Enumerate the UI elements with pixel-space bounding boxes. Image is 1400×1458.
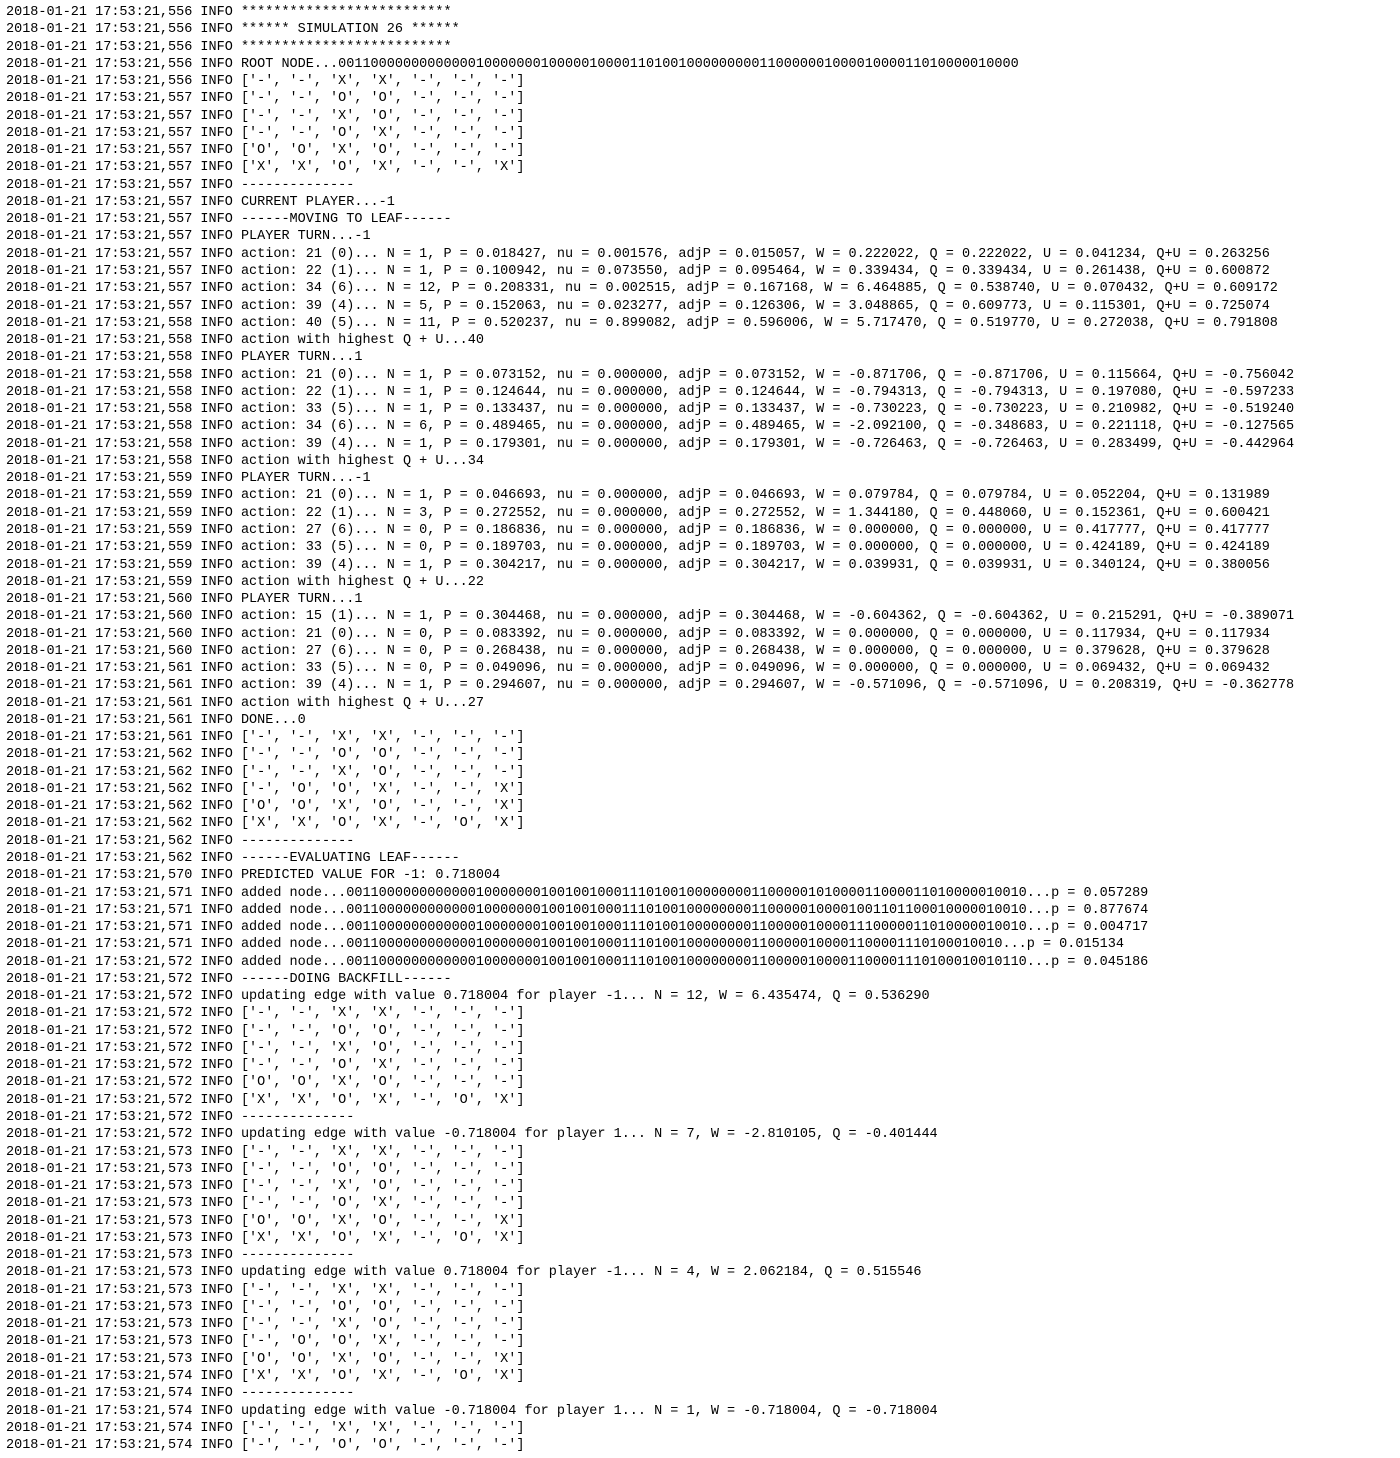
log-line: 2018-01-21 17:53:21,573 INFO ['-', '-', … — [6, 1195, 1394, 1212]
log-line: 2018-01-21 17:53:21,560 INFO PLAYER TURN… — [6, 591, 1394, 608]
log-line: 2018-01-21 17:53:21,573 INFO ['-', '-', … — [6, 1178, 1394, 1195]
log-line: 2018-01-21 17:53:21,556 INFO ***********… — [6, 4, 1394, 21]
log-line: 2018-01-21 17:53:21,556 INFO ROOT NODE..… — [6, 56, 1394, 73]
log-line: 2018-01-21 17:53:21,561 INFO action: 39 … — [6, 677, 1394, 694]
log-line: 2018-01-21 17:53:21,560 INFO action: 21 … — [6, 626, 1394, 643]
log-line: 2018-01-21 17:53:21,573 INFO ['X', 'X', … — [6, 1230, 1394, 1247]
log-line: 2018-01-21 17:53:21,559 INFO action: 27 … — [6, 522, 1394, 539]
log-line: 2018-01-21 17:53:21,557 INFO ['-', '-', … — [6, 108, 1394, 125]
log-line: 2018-01-21 17:53:21,558 INFO action: 33 … — [6, 401, 1394, 418]
log-line: 2018-01-21 17:53:21,558 INFO action: 34 … — [6, 418, 1394, 435]
log-line: 2018-01-21 17:53:21,560 INFO action: 27 … — [6, 643, 1394, 660]
log-line: 2018-01-21 17:53:21,558 INFO action: 39 … — [6, 436, 1394, 453]
log-line: 2018-01-21 17:53:21,573 INFO ['-', '-', … — [6, 1316, 1394, 1333]
log-line: 2018-01-21 17:53:21,560 INFO action: 15 … — [6, 608, 1394, 625]
log-line: 2018-01-21 17:53:21,557 INFO ------MOVIN… — [6, 211, 1394, 228]
log-line: 2018-01-21 17:53:21,573 INFO -----------… — [6, 1247, 1394, 1264]
log-line: 2018-01-21 17:53:21,559 INFO action: 33 … — [6, 539, 1394, 556]
log-line: 2018-01-21 17:53:21,562 INFO ['X', 'X', … — [6, 815, 1394, 832]
log-line: 2018-01-21 17:53:21,573 INFO ['-', '-', … — [6, 1299, 1394, 1316]
log-line: 2018-01-21 17:53:21,562 INFO ['O', 'O', … — [6, 798, 1394, 815]
log-line: 2018-01-21 17:53:21,559 INFO action with… — [6, 574, 1394, 591]
log-line: 2018-01-21 17:53:21,556 INFO ***********… — [6, 39, 1394, 56]
log-line: 2018-01-21 17:53:21,557 INFO action: 21 … — [6, 246, 1394, 263]
log-line: 2018-01-21 17:53:21,558 INFO action with… — [6, 332, 1394, 349]
log-line: 2018-01-21 17:53:21,557 INFO action: 39 … — [6, 298, 1394, 315]
log-line: 2018-01-21 17:53:21,559 INFO action: 21 … — [6, 487, 1394, 504]
log-line: 2018-01-21 17:53:21,557 INFO CURRENT PLA… — [6, 194, 1394, 211]
log-line: 2018-01-21 17:53:21,561 INFO ['-', '-', … — [6, 729, 1394, 746]
log-line: 2018-01-21 17:53:21,573 INFO ['O', 'O', … — [6, 1213, 1394, 1230]
log-line: 2018-01-21 17:53:21,562 INFO ['-', 'O', … — [6, 781, 1394, 798]
log-line: 2018-01-21 17:53:21,571 INFO added node.… — [6, 936, 1394, 953]
log-line: 2018-01-21 17:53:21,573 INFO ['O', 'O', … — [6, 1351, 1394, 1368]
log-line: 2018-01-21 17:53:21,558 INFO action: 22 … — [6, 384, 1394, 401]
log-line: 2018-01-21 17:53:21,574 INFO updating ed… — [6, 1403, 1394, 1420]
log-line: 2018-01-21 17:53:21,572 INFO ['X', 'X', … — [6, 1092, 1394, 1109]
log-line: 2018-01-21 17:53:21,572 INFO updating ed… — [6, 988, 1394, 1005]
log-line: 2018-01-21 17:53:21,558 INFO action: 21 … — [6, 367, 1394, 384]
log-line: 2018-01-21 17:53:21,573 INFO updating ed… — [6, 1264, 1394, 1281]
log-line: 2018-01-21 17:53:21,557 INFO ['-', '-', … — [6, 90, 1394, 107]
log-line: 2018-01-21 17:53:21,558 INFO PLAYER TURN… — [6, 349, 1394, 366]
log-line: 2018-01-21 17:53:21,561 INFO DONE...0 — [6, 712, 1394, 729]
log-line: 2018-01-21 17:53:21,573 INFO ['-', '-', … — [6, 1282, 1394, 1299]
log-line: 2018-01-21 17:53:21,572 INFO ['-', '-', … — [6, 1040, 1394, 1057]
log-line: 2018-01-21 17:53:21,572 INFO ['-', '-', … — [6, 1005, 1394, 1022]
log-line: 2018-01-21 17:53:21,572 INFO updating ed… — [6, 1126, 1394, 1143]
log-line: 2018-01-21 17:53:21,574 INFO ['X', 'X', … — [6, 1368, 1394, 1385]
log-line: 2018-01-21 17:53:21,559 INFO action: 22 … — [6, 505, 1394, 522]
log-line: 2018-01-21 17:53:21,573 INFO ['-', '-', … — [6, 1161, 1394, 1178]
log-line: 2018-01-21 17:53:21,557 INFO ['O', 'O', … — [6, 142, 1394, 159]
log-line: 2018-01-21 17:53:21,558 INFO action: 40 … — [6, 315, 1394, 332]
log-line: 2018-01-21 17:53:21,572 INFO ------DOING… — [6, 971, 1394, 988]
log-output: 2018-01-21 17:53:21,556 INFO ***********… — [0, 0, 1400, 1458]
log-line: 2018-01-21 17:53:21,559 INFO PLAYER TURN… — [6, 470, 1394, 487]
log-line: 2018-01-21 17:53:21,557 INFO PLAYER TURN… — [6, 228, 1394, 245]
log-line: 2018-01-21 17:53:21,573 INFO ['-', '-', … — [6, 1144, 1394, 1161]
log-line: 2018-01-21 17:53:21,572 INFO -----------… — [6, 1109, 1394, 1126]
log-line: 2018-01-21 17:53:21,558 INFO action with… — [6, 453, 1394, 470]
log-line: 2018-01-21 17:53:21,572 INFO ['O', 'O', … — [6, 1074, 1394, 1091]
log-line: 2018-01-21 17:53:21,561 INFO action with… — [6, 695, 1394, 712]
log-line: 2018-01-21 17:53:21,571 INFO added node.… — [6, 902, 1394, 919]
log-line: 2018-01-21 17:53:21,556 INFO ['-', '-', … — [6, 73, 1394, 90]
log-line: 2018-01-21 17:53:21,557 INFO action: 22 … — [6, 263, 1394, 280]
log-line: 2018-01-21 17:53:21,562 INFO ------EVALU… — [6, 850, 1394, 867]
log-line: 2018-01-21 17:53:21,561 INFO action: 33 … — [6, 660, 1394, 677]
log-line: 2018-01-21 17:53:21,562 INFO ['-', '-', … — [6, 746, 1394, 763]
log-line: 2018-01-21 17:53:21,572 INFO ['-', '-', … — [6, 1023, 1394, 1040]
log-line: 2018-01-21 17:53:21,574 INFO ['-', '-', … — [6, 1420, 1394, 1437]
log-line: 2018-01-21 17:53:21,557 INFO ['-', '-', … — [6, 125, 1394, 142]
log-line: 2018-01-21 17:53:21,572 INFO added node.… — [6, 954, 1394, 971]
log-line: 2018-01-21 17:53:21,557 INFO action: 34 … — [6, 280, 1394, 297]
log-line: 2018-01-21 17:53:21,574 INFO ['-', '-', … — [6, 1437, 1394, 1454]
log-line: 2018-01-21 17:53:21,573 INFO ['-', 'O', … — [6, 1333, 1394, 1350]
log-line: 2018-01-21 17:53:21,557 INFO -----------… — [6, 177, 1394, 194]
log-line: 2018-01-21 17:53:21,562 INFO ['-', '-', … — [6, 764, 1394, 781]
log-line: 2018-01-21 17:53:21,572 INFO ['-', '-', … — [6, 1057, 1394, 1074]
log-line: 2018-01-21 17:53:21,559 INFO action: 39 … — [6, 557, 1394, 574]
log-line: 2018-01-21 17:53:21,570 INFO PREDICTED V… — [6, 867, 1394, 884]
log-line: 2018-01-21 17:53:21,571 INFO added node.… — [6, 885, 1394, 902]
log-line: 2018-01-21 17:53:21,556 INFO ****** SIMU… — [6, 21, 1394, 38]
log-line: 2018-01-21 17:53:21,562 INFO -----------… — [6, 833, 1394, 850]
log-line: 2018-01-21 17:53:21,571 INFO added node.… — [6, 919, 1394, 936]
log-line: 2018-01-21 17:53:21,574 INFO -----------… — [6, 1385, 1394, 1402]
log-line: 2018-01-21 17:53:21,557 INFO ['X', 'X', … — [6, 159, 1394, 176]
